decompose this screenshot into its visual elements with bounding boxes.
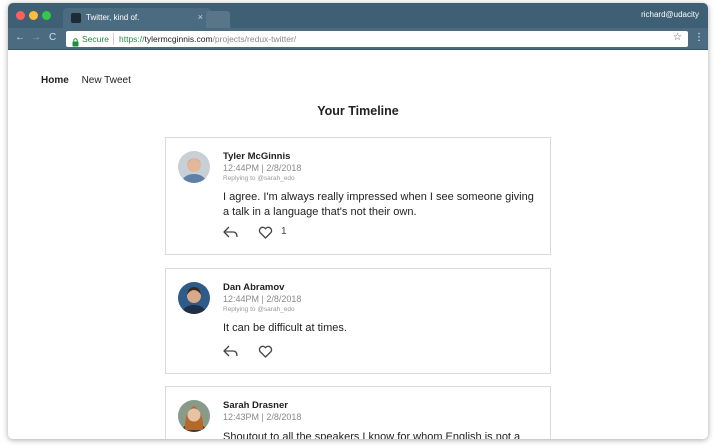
profile-label[interactable]: richard@udacity [641,10,699,19]
tab-close-icon[interactable]: × [198,12,203,22]
tweet-text: It can be difficult at times. [223,322,347,334]
maximize-window-button[interactable] [42,11,51,20]
address-bar[interactable]: Secure https://tylermcginnis.com/project… [66,31,688,47]
heart-icon[interactable] [258,345,273,361]
tweet-author: Sarah Drasner [223,400,288,411]
tweet-replying-to[interactable]: Replying to @sarah_edo [223,306,540,313]
tab-strip: Twitter, kind of. × richard@udacity [8,3,708,28]
secure-label: Secure [82,34,109,44]
minimize-window-button[interactable] [29,11,38,20]
browser-toolbar: ← → C Secure https://tylermcginnis.com/p… [8,28,708,50]
star-icon[interactable]: ☆ [673,32,682,43]
tab-title: Twitter, kind of. [86,13,140,22]
url-text[interactable]: https://tylermcginnis.com/projects/redux… [119,34,296,44]
menu-icon[interactable]: ⋮ [694,32,704,43]
favicon-icon [71,13,81,23]
tweet-body: Tyler McGinnis 12:44PM | 2/8/2018 Replyi… [223,151,540,220]
tweet-author: Dan Abramov [223,282,285,293]
tweet-time: 12:44PM | 2/8/2018 [223,294,302,304]
avatar [178,282,210,314]
tweet-text: Shoutout to all the speakers I know for … [223,431,521,439]
tweet-text: I agree. I'm always really impressed whe… [223,191,534,218]
heart-icon[interactable] [258,226,273,242]
browser-tab[interactable]: Twitter, kind of. × [63,8,211,28]
top-nav: Home New Tweet [41,75,141,86]
like-count: 1 [281,226,287,237]
nav-home[interactable]: Home [41,75,69,86]
tweet-body: Sarah Drasner 12:43PM | 2/8/2018 Shoutou… [223,400,540,439]
url-separator [113,33,114,45]
url-host: tylermcginnis.com [144,34,213,44]
tweet-card[interactable]: Sarah Drasner 12:43PM | 2/8/2018 Shoutou… [165,386,551,439]
back-icon[interactable]: ← [15,32,25,44]
tweet-replying-to[interactable]: Replying to @sarah_edo [223,175,540,182]
url-scheme: https:// [119,34,145,44]
avatar [178,400,210,432]
close-window-button[interactable] [16,11,25,20]
tweet-author: Tyler McGinnis [223,151,291,162]
forward-icon[interactable]: → [31,32,41,44]
nav-new-tweet[interactable]: New Tweet [82,75,131,86]
browser-window: Twitter, kind of. × richard@udacity ← → … [8,3,708,439]
avatar [178,151,210,183]
tweet-time: 12:43PM | 2/8/2018 [223,412,302,422]
tweet-body: Dan Abramov 12:44PM | 2/8/2018 Replying … [223,282,540,336]
new-tab-button[interactable] [206,11,230,28]
tweet-card[interactable]: Tyler McGinnis 12:44PM | 2/8/2018 Replyi… [165,137,551,255]
reload-icon[interactable]: C [49,32,56,44]
url-path: /projects/redux-twitter/ [212,34,297,44]
tweet-time: 12:44PM | 2/8/2018 [223,163,302,173]
tweet-card[interactable]: Dan Abramov 12:44PM | 2/8/2018 Replying … [165,268,551,374]
page-title: Your Timeline [317,104,399,118]
reply-icon[interactable] [223,226,238,241]
reply-icon[interactable] [223,345,238,360]
page-viewport: Home New Tweet Your Timeline Tyler McGin… [8,50,708,439]
